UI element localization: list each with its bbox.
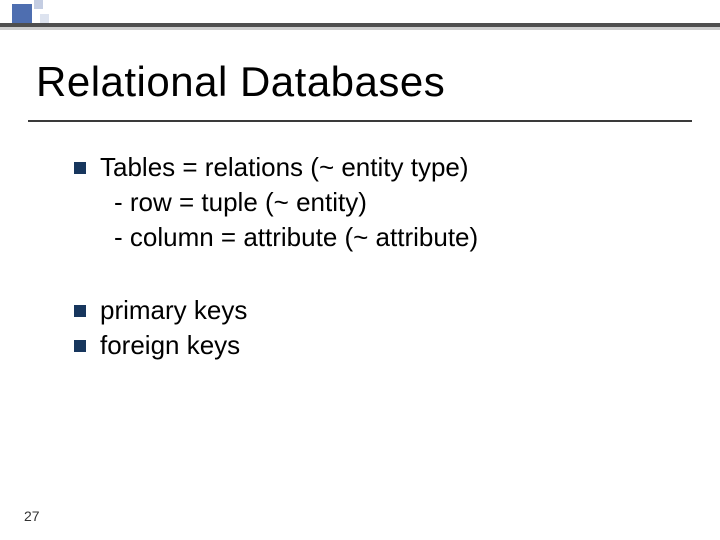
page-number: 27: [24, 508, 40, 524]
bullet-group-2: primary keys foreign keys: [100, 293, 660, 363]
square-bullet-icon: [74, 162, 86, 174]
bullet-1-line-1: Tables = relations (~ entity type): [100, 150, 660, 185]
bullet-item-2: primary keys: [100, 293, 660, 328]
square-bullet-icon: [74, 340, 86, 352]
bullet-1-sub-2: - column = attribute (~ attribute): [100, 220, 660, 255]
slide-body: Tables = relations (~ entity type) - row…: [100, 150, 660, 363]
slide-header-decoration: [0, 0, 720, 30]
slide-title: Relational Databases: [36, 58, 445, 106]
deco-square-large: [12, 4, 32, 24]
square-bullet-icon: [74, 305, 86, 317]
deco-square-small-2: [40, 14, 49, 23]
bullet-2-text: primary keys: [100, 293, 660, 328]
bullet-1-sub-1: - row = tuple (~ entity): [100, 185, 660, 220]
title-underline: [28, 120, 692, 122]
header-bar-light: [0, 27, 720, 30]
deco-square-small-1: [34, 0, 43, 9]
bullet-item-3: foreign keys: [100, 328, 660, 363]
bullet-item-1: Tables = relations (~ entity type) - row…: [100, 150, 660, 255]
bullet-3-text: foreign keys: [100, 328, 660, 363]
